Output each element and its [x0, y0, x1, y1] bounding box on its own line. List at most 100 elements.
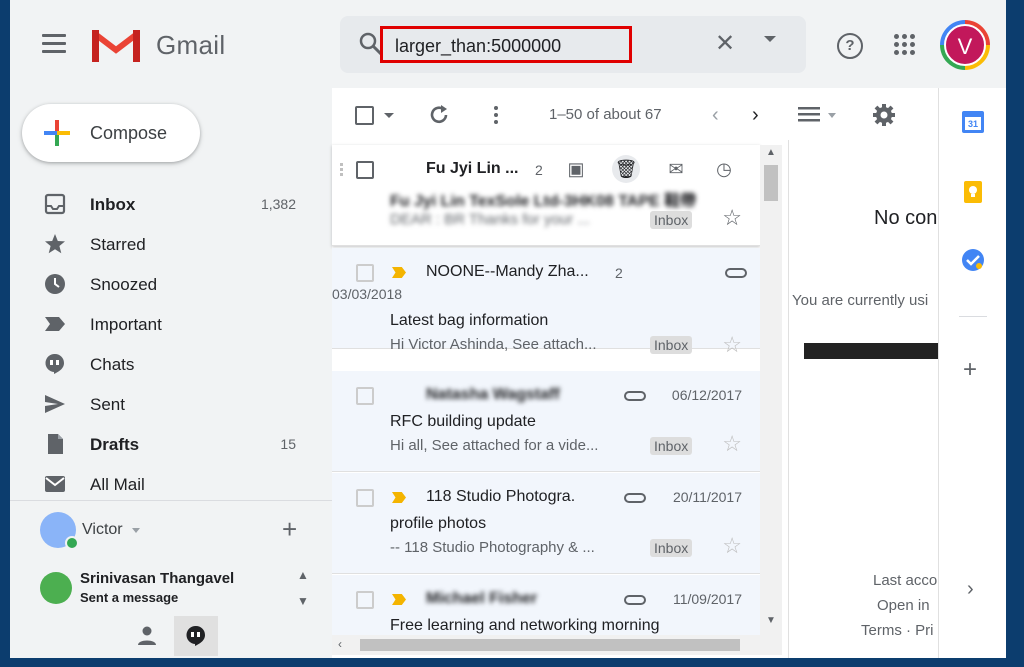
clock-icon	[45, 274, 65, 294]
chat-contact-avatar[interactable]	[40, 572, 72, 604]
reading-pane-subtitle: You are currently usi	[792, 292, 929, 309]
sidebar-item-label: Chats	[90, 355, 135, 374]
compose-plus-icon	[44, 120, 70, 146]
keep-icon[interactable]	[961, 180, 985, 204]
last-activity-text: Last acco	[873, 572, 938, 589]
star-icon[interactable]: ☆	[722, 533, 742, 559]
sidebar-item-snoozed[interactable]: Snoozed	[10, 264, 332, 304]
star-icon[interactable]: ☆	[722, 332, 742, 358]
drag-handle-icon[interactable]	[340, 163, 348, 179]
chat-icon	[45, 353, 64, 374]
email-checkbox[interactable]	[356, 264, 374, 282]
compose-label: Compose	[90, 123, 168, 143]
open-in-text[interactable]: Open in	[877, 597, 930, 614]
apps-icon[interactable]	[894, 34, 916, 56]
important-marker-icon[interactable]	[392, 492, 406, 503]
scroll-up-icon[interactable]: ▲	[766, 147, 776, 158]
scroll-left-icon[interactable]: ‹	[338, 637, 342, 651]
email-checkbox[interactable]	[356, 489, 374, 507]
star-icon[interactable]: ☆	[722, 431, 742, 457]
email-row[interactable]: 118 Studio Photogra. 20/11/2017 profile …	[332, 473, 760, 574]
scrollbar-thumb[interactable]	[360, 639, 740, 651]
gmail-logo-text: Gmail	[156, 30, 226, 60]
email-checkbox[interactable]	[356, 591, 374, 609]
mark-read-icon[interactable]: ✉	[662, 155, 690, 183]
archive-icon[interactable]: ▣	[562, 155, 590, 183]
more-options-icon[interactable]	[492, 104, 500, 126]
select-all-checkbox[interactable]	[355, 106, 374, 125]
tasks-icon[interactable]	[961, 248, 985, 272]
sidebar-item-important[interactable]: Important	[10, 304, 332, 344]
previous-page-icon[interactable]: ‹	[712, 104, 719, 127]
search-options-icon[interactable]	[764, 36, 776, 42]
chevron-down-icon[interactable]: ▼	[297, 594, 309, 608]
inbox-label[interactable]: Inbox	[650, 211, 693, 229]
chevron-right-icon[interactable]: ›	[967, 578, 974, 601]
top-header: Gmail ✕ ? V	[10, 0, 1006, 88]
snooze-icon[interactable]: ◷	[710, 155, 738, 183]
calendar-icon[interactable]: 31	[961, 110, 985, 134]
refresh-icon[interactable]	[428, 104, 450, 126]
hangouts-status-caret-icon[interactable]	[132, 528, 140, 533]
star-icon[interactable]: ☆	[722, 205, 742, 231]
compose-button[interactable]: Compose	[22, 104, 200, 162]
terms-privacy-links[interactable]: Terms · Pri	[861, 622, 934, 639]
important-marker-icon[interactable]	[392, 267, 406, 278]
hangouts-tab[interactable]	[174, 616, 218, 656]
hangouts-avatar[interactable]	[40, 512, 79, 550]
inbox-label[interactable]: Inbox	[650, 336, 693, 354]
important-marker-icon[interactable]	[392, 594, 406, 605]
email-checkbox[interactable]	[356, 387, 374, 405]
delete-icon[interactable]: 🗑	[612, 155, 640, 183]
sidebar-item-label: Snoozed	[90, 275, 158, 294]
list-vertical-scrollbar[interactable]: ▲ ▼	[760, 145, 782, 635]
email-sender: 118 Studio Photogra.	[426, 488, 576, 505]
sidebar-item-chats[interactable]: Chats	[10, 344, 332, 384]
inbox-label[interactable]: Inbox	[650, 437, 693, 455]
sidebar-item-label: Sent	[90, 395, 125, 414]
split-pane-dropdown-icon[interactable]	[828, 113, 836, 118]
email-row[interactable]: Natasha Wagstaff 06/12/2017 RFC building…	[332, 371, 760, 472]
sidebar-item-all-mail[interactable]: All Mail	[10, 464, 332, 504]
add-addon-plus-icon[interactable]: +	[963, 356, 977, 384]
clear-search-icon[interactable]: ✕	[712, 31, 738, 57]
email-row[interactable]: Fu Jyi Lin ... 2 ▣ 🗑 ✉ ◷ Fu Jyi Lin TexS…	[332, 145, 760, 246]
pagination-label: 1–50 of about 67	[549, 106, 662, 123]
contacts-person-icon[interactable]	[136, 624, 158, 646]
inbox-icon	[44, 193, 66, 215]
hangouts-quote-icon	[186, 625, 205, 646]
account-avatar[interactable]: V	[940, 20, 990, 70]
main-menu-icon[interactable]	[42, 34, 66, 53]
scroll-down-icon[interactable]: ▼	[766, 615, 776, 626]
next-page-icon[interactable]: ›	[752, 104, 759, 127]
select-dropdown-icon[interactable]	[384, 113, 394, 118]
nav-list: Inbox 1,382 Starred Snoozed Important Ch…	[10, 184, 332, 504]
sidebar-item-inbox[interactable]: Inbox 1,382	[10, 184, 332, 224]
settings-gear-icon[interactable]	[872, 103, 896, 127]
list-horizontal-scrollbar[interactable]: ‹	[332, 635, 782, 655]
email-checkbox[interactable]	[356, 161, 374, 179]
email-sender: Fu Jyi Lin ...	[426, 160, 519, 177]
email-row[interactable]: NOONE--Mandy Zha... 2 03/03/2018 Latest …	[332, 248, 760, 357]
email-snippet: Hi Victor Ashinda, See attach...	[390, 336, 597, 353]
new-conversation-plus-icon[interactable]: +	[282, 516, 297, 542]
sidebar-item-label: Inbox	[90, 195, 136, 214]
hangouts-user-name[interactable]: Victor	[82, 521, 123, 539]
sidebar: Compose Inbox 1,382 Starred Snoozed Impo…	[10, 88, 332, 658]
inbox-label[interactable]: Inbox	[650, 539, 693, 557]
split-pane-toggle-icon[interactable]	[798, 106, 820, 124]
help-icon[interactable]: ?	[837, 33, 863, 59]
sidebar-item-starred[interactable]: Starred	[10, 224, 332, 264]
chevron-up-icon[interactable]: ▲	[297, 568, 309, 582]
email-date: 11/09/2017	[672, 591, 742, 607]
search-bar[interactable]: ✕	[340, 16, 806, 73]
sidebar-item-drafts[interactable]: Drafts 15	[10, 424, 332, 464]
scrollbar-thumb[interactable]	[764, 165, 778, 201]
gmail-logo-icon[interactable]	[92, 26, 140, 62]
thread-count: 2	[615, 265, 623, 281]
search-input[interactable]	[395, 33, 625, 59]
chat-contact-status: Sent a message	[80, 590, 179, 605]
sidebar-item-sent[interactable]: Sent	[10, 384, 332, 424]
chat-contact-name[interactable]: Srinivasan Thangavel	[80, 570, 234, 587]
email-row[interactable]: Michael Fisher 11/09/2017 Free learning …	[332, 575, 760, 635]
